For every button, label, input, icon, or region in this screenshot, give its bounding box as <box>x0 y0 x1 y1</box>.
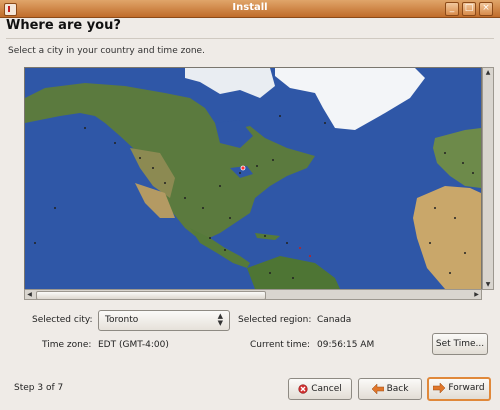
minimize-button[interactable]: _ <box>445 2 459 16</box>
window-title: Install <box>232 2 268 13</box>
time-zone-value: EDT (GMT-4:00) <box>98 340 169 350</box>
combo-arrows-icon: ▲ ▼ <box>217 312 223 327</box>
map-vertical-scrollbar[interactable]: ▲ ▼ <box>482 67 494 290</box>
cancel-label: Cancel <box>311 384 342 394</box>
step-indicator: Step 3 of 7 <box>14 383 64 393</box>
selected-region-value: Canada <box>317 315 352 325</box>
current-time-value: 09:56:15 AM <box>317 340 375 350</box>
close-button[interactable]: × <box>479 2 493 16</box>
scroll-left-icon[interactable]: ◀ <box>25 290 34 299</box>
scroll-up-icon[interactable]: ▲ <box>483 68 493 77</box>
header-divider <box>6 38 494 39</box>
installer-window: Install _ □ × Where are you? Select a ci… <box>0 0 500 410</box>
map-horizontal-scrollbar[interactable]: ◀ ▶ <box>24 289 482 300</box>
arrow-right-icon <box>433 383 446 393</box>
set-time-button[interactable]: Set Time... <box>432 333 488 355</box>
scroll-thumb[interactable] <box>36 291 266 300</box>
arrow-left-icon <box>371 384 384 394</box>
cancel-icon <box>298 384 308 394</box>
time-zone-label: Time zone: <box>42 340 92 350</box>
city-select[interactable]: Toronto ▲ ▼ <box>98 310 230 331</box>
scroll-down-icon[interactable]: ▼ <box>483 280 493 289</box>
page-title: Where are you? <box>6 18 121 33</box>
cancel-button[interactable]: Cancel <box>288 378 352 400</box>
back-button[interactable]: Back <box>358 378 422 400</box>
scroll-right-icon[interactable]: ▶ <box>472 290 481 299</box>
current-time-label: Current time: <box>250 340 311 350</box>
maximize-button[interactable]: □ <box>462 2 476 16</box>
city-select-value: Toronto <box>105 315 139 325</box>
back-label: Back <box>386 384 409 394</box>
world-map[interactable] <box>24 67 482 290</box>
selected-city-label: Selected city: <box>32 315 93 325</box>
forward-label: Forward <box>448 383 485 393</box>
title-bar[interactable]: Install _ □ × <box>0 0 500 18</box>
instruction-text: Select a city in your country and time z… <box>8 46 205 56</box>
world-map-image[interactable] <box>25 68 481 289</box>
forward-button[interactable]: Forward <box>427 377 491 401</box>
selected-region-label: Selected region: <box>238 315 312 325</box>
selected-city-marker[interactable] <box>240 165 246 171</box>
